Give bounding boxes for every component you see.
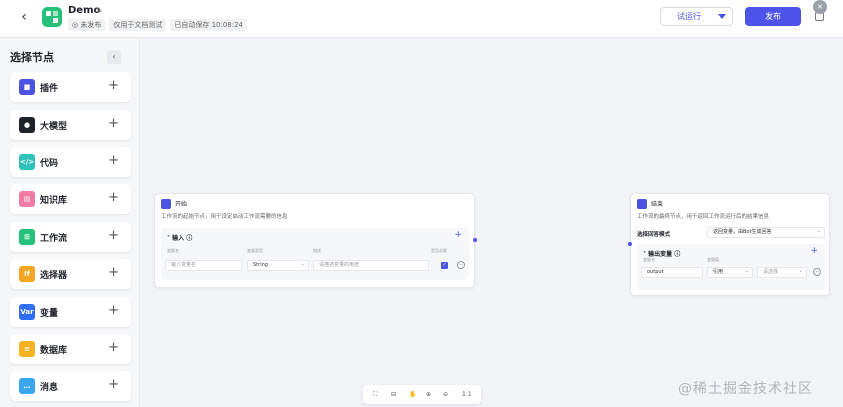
llm-icon: ● — [19, 117, 35, 133]
add-icon[interactable]: + — [108, 78, 119, 94]
chevron-down-icon: ˅ — [301, 264, 305, 270]
node-title: 开始 — [175, 201, 188, 208]
test-run-label: 试运行 — [677, 12, 701, 21]
var-name-input[interactable]: 输入变量名 — [165, 260, 242, 271]
chevron-down-icon: ˅ — [817, 231, 821, 237]
workflow-icon: ⊞ — [19, 229, 35, 245]
desc-input[interactable]: 请描述变量的用途 — [313, 260, 429, 271]
ref-select[interactable]: 引用 ˅ — [707, 267, 753, 278]
remove-icon[interactable]: − — [813, 268, 821, 276]
end-node[interactable]: 结束 工作流的最终节点，用于返回工作流运行后的结果信息 选择回答模式 返回变量，… — [630, 193, 830, 296]
zoom-out-icon[interactable]: ⊖ — [443, 391, 448, 398]
output-section: ˅ 输出变量 ⓘ + 变量名 变量值 output 引用 ˅ 请选择 ˅ − — [637, 244, 825, 290]
app-meta: ◎ 未发布 仅用于文档测试 已自动保存 10:08:24 — [68, 19, 248, 31]
add-icon[interactable]: + — [108, 377, 119, 393]
col-header-desc: 描述 — [313, 248, 321, 253]
variable-icon: Var — [19, 304, 35, 320]
sidebar-item-plugin[interactable]: ■ 插件 + — [10, 72, 131, 102]
canvas-toolbar: ⛶ ⊟ ✋ ⊕ ⊖ 1:1 — [363, 385, 481, 404]
app-logo-icon — [42, 7, 62, 27]
remove-icon[interactable]: − — [457, 261, 465, 269]
end-node-icon — [637, 199, 647, 209]
autosave-status: 已自动保存 10:08:24 — [170, 19, 248, 31]
sidebar-item-label: 代码 — [40, 159, 59, 169]
add-input-icon[interactable]: + — [454, 230, 462, 240]
publish-status: ◎ 未发布 — [68, 19, 106, 31]
add-icon[interactable]: + — [108, 153, 119, 169]
zoom-reset[interactable]: 1:1 — [462, 391, 472, 398]
type-select[interactable]: String ˅ — [247, 260, 309, 271]
col-header-type: 变量类型 — [247, 248, 263, 253]
sidebar-item-message[interactable]: … 消息 + — [10, 371, 131, 401]
test-run-button[interactable]: 试运行 — [660, 7, 733, 26]
collapse-icon[interactable]: ‹ — [107, 50, 121, 64]
sidebar-item-label: 消息 — [40, 383, 59, 393]
col-header-value: 变量值 — [707, 257, 719, 262]
chevron-down-icon: ˅ — [745, 271, 749, 277]
publish-button[interactable]: 发布 — [745, 7, 801, 26]
add-icon[interactable]: + — [108, 303, 119, 319]
add-icon[interactable]: + — [108, 190, 119, 206]
usage-note: 仅用于文档测试 — [109, 19, 167, 31]
col-header-name: 变量名 — [167, 248, 179, 253]
sidebar-item-label: 工作流 — [40, 234, 68, 244]
back-arrow-icon[interactable]: ‹ — [16, 9, 32, 25]
sidebar-item-knowledge[interactable]: ▤ 知识库 + — [10, 184, 131, 214]
node-description: 工作流的起始节点，用于设定启动工作流需要的信息 — [161, 214, 288, 220]
database-icon: ≡ — [19, 341, 35, 357]
required-checkbox[interactable]: ✓ — [441, 262, 448, 269]
chevron-down-icon: ˅ — [799, 271, 803, 277]
add-output-icon[interactable]: + — [810, 246, 818, 256]
start-node-icon — [161, 199, 171, 209]
sidebar-item-label: 知识库 — [40, 196, 68, 206]
sidebar-item-workflow[interactable]: ⊞ 工作流 + — [10, 222, 131, 252]
section-title[interactable]: ˅ 输入 ⓘ — [167, 233, 192, 242]
sidebar-item-label: 选择器 — [40, 271, 68, 281]
code-icon: </> — [19, 154, 35, 170]
sidebar-item-database[interactable]: ≡ 数据库 + — [10, 334, 131, 364]
fullscreen-icon[interactable]: ⛶ — [373, 391, 377, 399]
watermark: @稀土掘金技术社区 — [678, 381, 813, 397]
sidebar-item-label: 数据库 — [40, 346, 68, 356]
layout-icon[interactable]: ⊟ — [391, 391, 396, 398]
close-icon[interactable]: × — [813, 0, 827, 14]
sidebar-title: 选择节点 — [10, 51, 54, 64]
edit-icon[interactable]: ✎ — [96, 6, 103, 15]
selector-icon: If — [19, 266, 35, 282]
node-title: 结束 — [651, 201, 664, 208]
output-var-input[interactable]: output — [641, 267, 703, 278]
add-icon[interactable]: + — [108, 228, 119, 244]
hand-icon[interactable]: ✋ — [409, 391, 416, 398]
answer-mode-label: 选择回答模式 — [637, 232, 671, 238]
add-icon[interactable]: + — [108, 116, 119, 132]
sidebar-item-label: 变量 — [40, 309, 59, 319]
end-input-port[interactable] — [628, 242, 632, 246]
start-output-port[interactable] — [473, 238, 477, 242]
value-select[interactable]: 请选择 ˅ — [757, 267, 807, 278]
zoom-in-icon[interactable]: ⊕ — [426, 391, 431, 398]
add-icon[interactable]: + — [108, 265, 119, 281]
col-header-name: 变量名 — [643, 257, 655, 262]
answer-mode-select[interactable]: 返回变量，由Bot生成回答 ˅ — [707, 227, 825, 238]
plugin-icon: ■ — [19, 79, 35, 95]
top-header: ‹ Demo ✎ ◎ 未发布 仅用于文档测试 已自动保存 10:08:24 试运… — [0, 0, 843, 38]
sidebar-item-code[interactable]: </> 代码 + — [10, 147, 131, 177]
message-icon: … — [19, 378, 35, 394]
start-node[interactable]: 开始 工作流的起始节点，用于设定启动工作流需要的信息 ˅ 输入 ⓘ + 变量名 … — [154, 193, 475, 288]
knowledge-icon: ▤ — [19, 191, 35, 207]
sidebar-item-label: 插件 — [40, 84, 59, 94]
node-description: 工作流的最终节点，用于返回工作流运行后的结果信息 — [637, 214, 770, 220]
input-section: ˅ 输入 ⓘ + 变量名 变量类型 描述 是否必要 输入变量名 String ˅ … — [161, 228, 469, 280]
col-header-required: 是否必要 — [431, 248, 447, 253]
add-icon[interactable]: + — [108, 340, 119, 356]
sidebar-item-variable[interactable]: Var 变量 + — [10, 297, 131, 327]
sidebar-item-llm[interactable]: ● 大模型 + — [10, 110, 131, 140]
sidebar-item-label: 大模型 — [40, 122, 68, 132]
caret-down-icon[interactable] — [718, 14, 726, 19]
sidebar-item-selector[interactable]: If 选择器 + — [10, 259, 131, 289]
